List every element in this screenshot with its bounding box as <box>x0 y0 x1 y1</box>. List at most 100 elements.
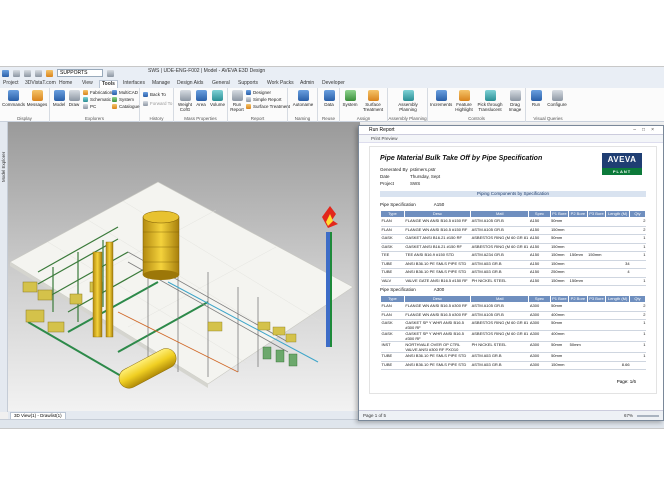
area-label: Area <box>196 102 206 107</box>
app-menu-icon[interactable] <box>2 69 9 77</box>
table-cell: 2 <box>629 226 646 235</box>
table-cell: GASK <box>380 319 405 331</box>
tab-tools[interactable]: Tools <box>99 80 118 88</box>
plant-model-render[interactable] <box>8 122 360 411</box>
undo-icon[interactable] <box>24 69 31 77</box>
forward-to-button[interactable]: Forward To <box>143 101 172 107</box>
pick-translucent-button[interactable]: Pick through Translucent <box>476 90 504 112</box>
system-button[interactable]: System <box>112 97 134 103</box>
fabrication-button[interactable]: Fabrication <box>83 90 112 96</box>
tab-home[interactable]: Home <box>57 80 74 87</box>
zoom-level: 67% <box>623 413 633 418</box>
volume-button[interactable]: Volume <box>209 90 226 107</box>
increments-button[interactable]: Increments <box>430 90 452 107</box>
folder-icon[interactable] <box>46 69 53 77</box>
tab-developer[interactable]: Developer <box>320 80 347 87</box>
table-cell: ANSI B36.10 PE SMLS PIPE STD <box>404 361 471 370</box>
back-to-button[interactable]: Back To <box>143 92 166 98</box>
table-cell: 150mm <box>568 277 588 286</box>
table-cell: FLAN <box>380 226 405 235</box>
run-query-button[interactable]: Run <box>528 90 544 107</box>
report-titlebar[interactable]: Run Report –□× <box>359 126 663 135</box>
ribbon-tabs: Project 3DVistaT.com Home View Tools Int… <box>0 79 664 88</box>
assembly-planning-button[interactable]: Assembly Planning <box>391 90 425 112</box>
save-icon[interactable] <box>13 69 20 77</box>
table-cell: ASTM A105 GR.B <box>470 217 529 227</box>
multicad-button[interactable]: MultiCAD <box>112 90 138 96</box>
commands-button[interactable]: Commands <box>2 90 26 107</box>
application-window: SUPPORTS Project 3DVistaT.com Home View … <box>0 66 664 429</box>
area-button[interactable]: Area <box>194 90 208 107</box>
tab-3dvista[interactable]: 3DVistaT.com <box>23 80 58 87</box>
pc-button[interactable]: PC <box>83 104 96 110</box>
settings-icon[interactable] <box>107 69 114 77</box>
data-button[interactable]: Data <box>320 90 338 107</box>
column-header: P1 Bore <box>549 210 570 218</box>
tab-design-aids[interactable]: Design Aids <box>175 80 205 87</box>
table-cell <box>605 319 630 331</box>
assign-system-button[interactable]: System <box>342 90 358 107</box>
tab-manage[interactable]: Manage <box>150 80 172 87</box>
table-cell: A150 <box>528 243 551 252</box>
configure-button[interactable]: Configure <box>545 90 569 107</box>
table-cell: 50mm <box>550 341 569 353</box>
tab-admin[interactable]: Admin <box>298 80 316 87</box>
zoom-slider[interactable] <box>637 415 659 417</box>
messages-button[interactable]: Messages <box>26 90 48 107</box>
meta-generated-by: Generated By pstimers.pstr <box>380 167 436 172</box>
table-cell: 2 <box>629 311 646 320</box>
module-combo[interactable]: SUPPORTS <box>57 69 103 77</box>
table-cell: GASKET SP Y WHR ANSI B16.5 #300 RF <box>404 319 471 331</box>
tab-general[interactable]: General <box>210 80 232 87</box>
group-assembly-planning: Assembly Planning Assembly Planning <box>388 88 428 122</box>
schematic-button[interactable]: Schematic <box>83 97 111 103</box>
spec-a150-label: Pipe Specification A150 <box>380 202 444 207</box>
tab-interfaces[interactable]: Interfaces <box>121 80 147 87</box>
section-title: Piping Components by Specification <box>380 191 646 197</box>
tab-work-packs[interactable]: Work Packs <box>265 80 296 87</box>
volume-label: Volume <box>209 102 225 107</box>
table-cell: 50mm <box>550 217 569 227</box>
3d-viewport[interactable] <box>8 122 360 411</box>
close-icon[interactable]: × <box>651 127 660 133</box>
tab-view[interactable]: View <box>80 80 95 87</box>
surface-treatment-button[interactable]: Surface Treatment <box>246 104 290 110</box>
table-cell: 1 <box>629 341 646 353</box>
table-cell <box>605 217 630 227</box>
table-cell: A300 <box>528 361 551 370</box>
group-label: Naming <box>294 116 311 121</box>
tab-supports[interactable]: Supports <box>236 80 260 87</box>
designer-button[interactable]: Designer <box>246 90 271 96</box>
assign-surface-button[interactable]: Surface Treatment <box>359 90 387 112</box>
table-cell <box>568 217 588 227</box>
surface-label: Surface Treatment <box>253 104 291 109</box>
print-preview-button[interactable]: Print Preview <box>371 136 398 141</box>
data-label: Data <box>324 102 334 107</box>
volume-icon <box>212 90 223 101</box>
table-cell: 400mm <box>550 330 569 342</box>
table-cell <box>605 311 630 320</box>
multicad-label: MultiCAD <box>119 90 139 95</box>
weight-button[interactable]: Weight CofG <box>176 90 194 112</box>
tab-project[interactable]: Project <box>1 80 21 87</box>
column-header: Qty <box>629 210 646 218</box>
maximize-icon[interactable]: □ <box>642 127 651 133</box>
explorer-sidebar[interactable]: Model Explorer <box>0 122 8 412</box>
minimize-icon[interactable]: – <box>633 127 642 133</box>
model-explorer-tab[interactable]: Model Explorer <box>1 132 7 182</box>
weight-icon <box>179 90 191 101</box>
commands-label: Commands <box>2 102 26 107</box>
table-cell <box>629 268 646 278</box>
model-button[interactable]: Model <box>52 90 66 107</box>
draw-button[interactable]: Draw <box>67 90 81 107</box>
run-report-button[interactable]: Run Report <box>230 90 244 112</box>
table-cell: 150mm <box>550 260 569 269</box>
redo-icon[interactable] <box>35 69 42 77</box>
drag-image-button[interactable]: Drag Image <box>506 90 524 112</box>
catalogue-button[interactable]: Catalogue <box>112 104 140 110</box>
simple-report-button[interactable]: Simple Report <box>246 97 282 103</box>
column-header: Qty <box>629 295 646 303</box>
feature-highlight-button[interactable]: Feature Highlight <box>454 90 474 112</box>
column-header: P2 Bore <box>568 210 588 218</box>
autoname-button[interactable]: Autoname <box>290 90 316 107</box>
